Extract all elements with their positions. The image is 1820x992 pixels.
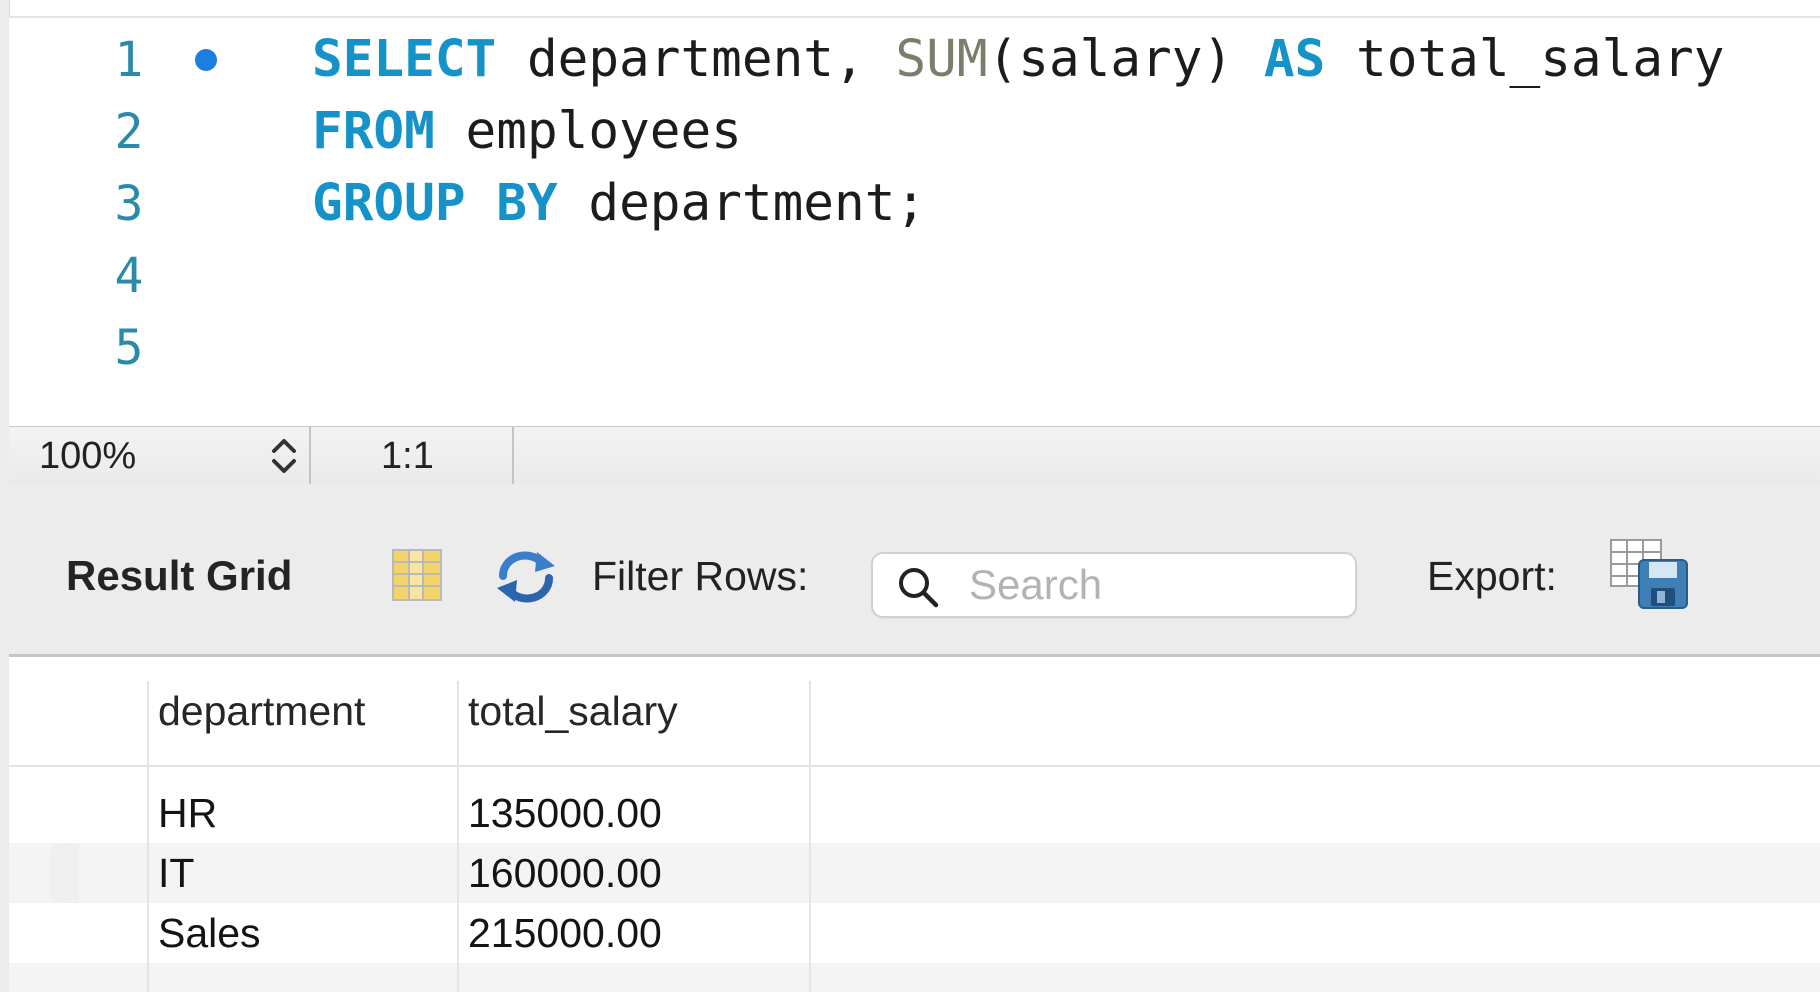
column-divider[interactable] xyxy=(809,681,811,992)
cell-department[interactable]: HR xyxy=(147,783,457,843)
breakpoint-dot-icon[interactable] xyxy=(195,49,217,71)
status-divider xyxy=(309,427,311,485)
refresh-icon[interactable] xyxy=(491,548,561,604)
keyword-from: FROM xyxy=(312,102,435,161)
result-grid-icon[interactable] xyxy=(391,548,443,602)
code-fragment: department; xyxy=(557,174,927,233)
sql-editor[interactable]: 1 SELECT department, SUM(salary) AS tota… xyxy=(9,18,1820,426)
sql-workbench-window: 1 SELECT department, SUM(salary) AS tota… xyxy=(0,0,1820,992)
result-grid-tab[interactable]: Result Grid xyxy=(66,550,292,602)
cursor-position: 1:1 xyxy=(381,435,434,477)
keyword-by: BY xyxy=(496,174,558,233)
export-label: Export: xyxy=(1427,553,1557,599)
table-row[interactable]: IT 160000.00 xyxy=(9,843,1820,903)
editor-status-bar: 100% 1:1 xyxy=(9,426,1820,485)
column-divider[interactable] xyxy=(147,681,149,992)
search-icon xyxy=(899,568,939,608)
cell-total-salary[interactable]: 160000.00 xyxy=(457,843,809,903)
cell-total-salary[interactable]: 135000.00 xyxy=(457,783,809,843)
result-toolbar: Result Grid Filter Rows: Export: xyxy=(9,484,1820,657)
filter-search-input[interactable] xyxy=(969,554,1339,616)
function-sum: SUM xyxy=(895,30,988,89)
code-fragment: total_salary xyxy=(1325,30,1725,89)
keyword-as: AS xyxy=(1263,30,1326,89)
filter-rows-label: Filter Rows: xyxy=(592,553,809,599)
table-row[interactable]: Sales 215000.00 xyxy=(9,903,1820,963)
table-row[interactable]: HR 135000.00 xyxy=(9,783,1820,843)
keyword-group: GROUP xyxy=(312,174,466,233)
code-fragment xyxy=(466,174,497,233)
code-line-5[interactable]: 5 xyxy=(9,306,1820,390)
column-divider[interactable] xyxy=(457,681,459,992)
status-divider xyxy=(512,427,514,485)
cell-department[interactable]: Sales xyxy=(147,903,457,963)
column-header-total-salary[interactable]: total_salary xyxy=(457,679,809,765)
code-fragment: (salary) xyxy=(987,30,1264,89)
grid-header: department total_salary xyxy=(9,657,1820,767)
export-icon[interactable] xyxy=(1609,538,1693,610)
result-grid[interactable]: department total_salary HR 135000.00 IT … xyxy=(9,657,1820,992)
row-selector[interactable] xyxy=(49,843,79,903)
column-header-department[interactable]: department xyxy=(147,679,457,765)
line-number: 5 xyxy=(114,320,144,376)
keyword-select: SELECT xyxy=(312,30,497,89)
zoom-stepper-icon[interactable] xyxy=(264,433,304,479)
empty-row xyxy=(9,963,1820,992)
code-fragment: department, xyxy=(496,30,896,89)
filter-search-box[interactable] xyxy=(871,552,1357,618)
cell-department[interactable]: IT xyxy=(147,843,457,903)
cell-total-salary[interactable]: 215000.00 xyxy=(457,903,809,963)
code-fragment: employees xyxy=(434,102,742,161)
zoom-level[interactable]: 100% xyxy=(39,427,136,485)
